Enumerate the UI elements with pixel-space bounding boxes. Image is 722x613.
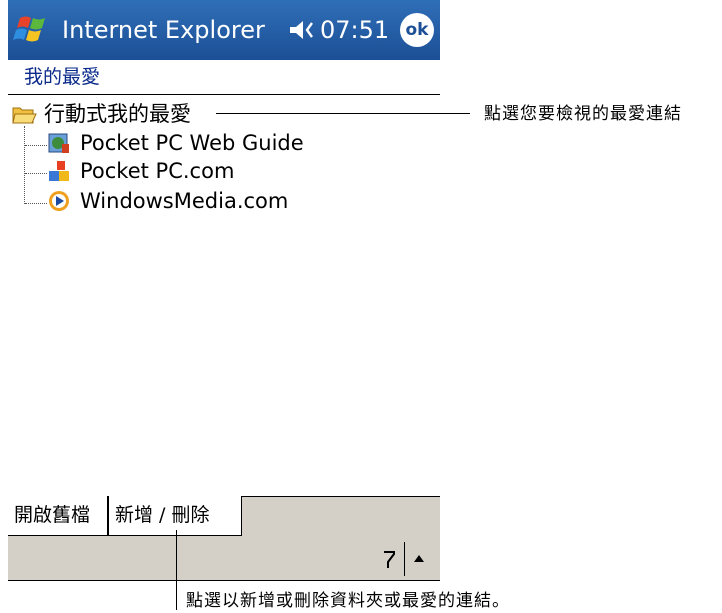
tree-connector [25, 145, 47, 146]
ok-button[interactable]: ok [400, 13, 434, 47]
divider [8, 94, 440, 95]
tab-strip: 開啟舊檔 新增 / 刪除 [8, 496, 440, 538]
favorite-label: Pocket PC.com [80, 159, 235, 183]
windows-media-icon [49, 191, 69, 211]
tab-add-delete[interactable]: 新增 / 刪除 [108, 496, 242, 536]
tree-connector [25, 203, 47, 204]
callout-add-delete: 點選以新增或刪除資料夾或最愛的連結。 [186, 591, 510, 611]
callout-favorites: 點選您要檢視的最愛連結 [484, 104, 682, 124]
tab-open-file[interactable]: 開啟舊檔 [8, 496, 108, 536]
web-guide-icon [48, 133, 69, 153]
input-panel-icon[interactable] [382, 548, 398, 570]
breadcrumb[interactable]: 我的最愛 [24, 65, 100, 89]
windows-start-icon[interactable] [12, 12, 52, 48]
title-bar: Internet Explorer 07:51 ok [8, 0, 440, 60]
app-title: Internet Explorer [62, 16, 265, 44]
divider [404, 542, 405, 576]
clock[interactable]: 07:51 [320, 15, 389, 45]
pocket-pc-screen: Internet Explorer 07:51 ok 我的最愛 行動式我的最愛 … [8, 0, 440, 583]
chevron-up-icon[interactable] [412, 551, 426, 565]
open-folder-icon [12, 107, 37, 124]
tree-connector [25, 173, 47, 174]
pocketpc-icon [49, 161, 69, 181]
favorites-folder[interactable]: 行動式我的最愛 [44, 101, 191, 127]
favorite-label: Pocket PC Web Guide [80, 131, 304, 155]
callout-line [216, 113, 470, 114]
volume-icon[interactable] [288, 17, 318, 43]
tree-connector [24, 126, 25, 204]
favorite-label: WindowsMedia.com [80, 189, 289, 213]
callout-line [176, 530, 177, 610]
command-bar [8, 538, 440, 581]
